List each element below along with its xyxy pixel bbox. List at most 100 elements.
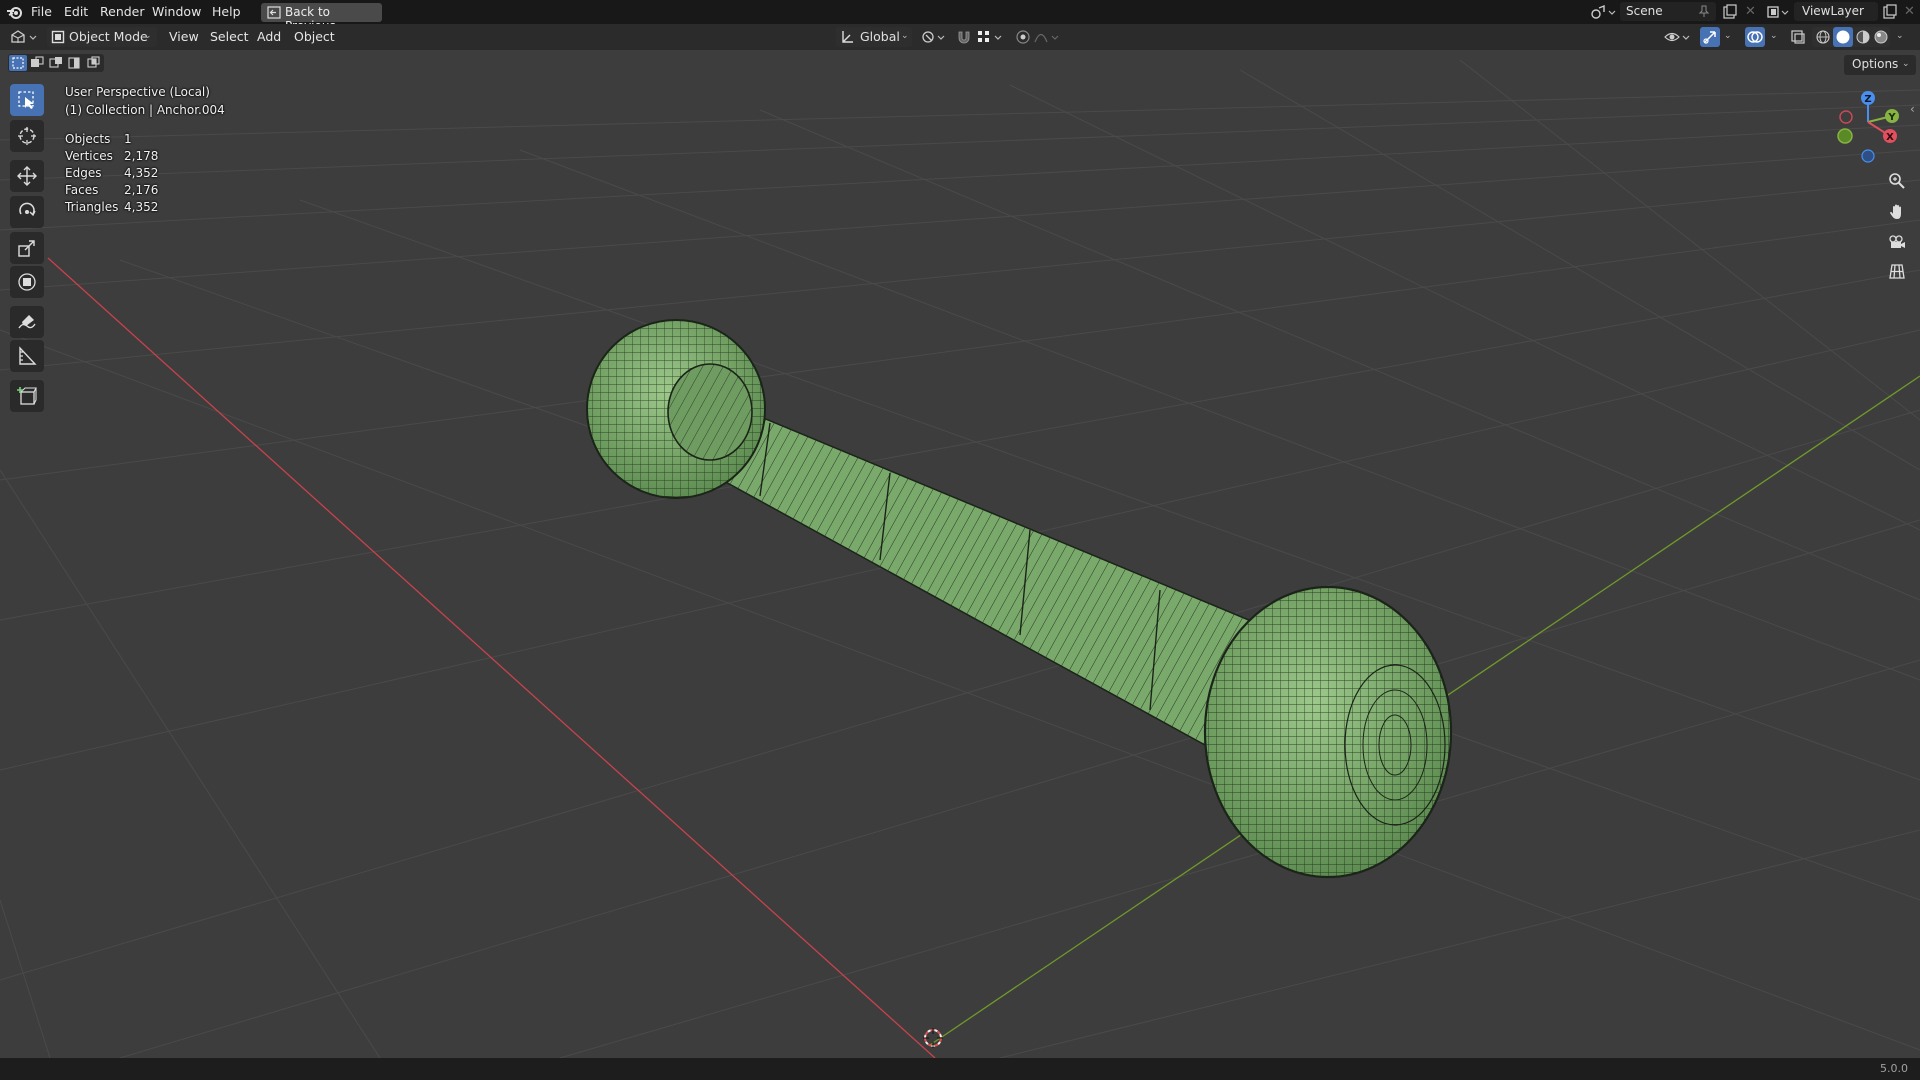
select-box-tool[interactable] xyxy=(10,84,44,116)
snap-target-icon[interactable] xyxy=(976,29,1006,49)
ortho-toggle-button[interactable] xyxy=(1882,257,1912,285)
measure-icon xyxy=(17,346,37,370)
version-label: 5.0.0 xyxy=(1880,1062,1908,1075)
options-dropdown[interactable]: Options ⌄ xyxy=(1844,55,1916,75)
viewport-3d[interactable] xyxy=(0,50,1920,1058)
pan-view-button[interactable] xyxy=(1882,198,1912,226)
editor-type-icon[interactable] xyxy=(10,29,40,49)
material-preview-icon[interactable] xyxy=(1855,29,1871,49)
transform-tool[interactable] xyxy=(10,266,44,298)
visibility-selectability-icon[interactable] xyxy=(1664,29,1694,49)
blender-logo-icon[interactable] xyxy=(6,3,24,25)
object-mode-icon xyxy=(51,30,65,48)
add-cube-tool[interactable] xyxy=(10,380,44,412)
new-viewlayer-icon[interactable] xyxy=(1882,4,1898,24)
orientation-label: Global xyxy=(860,29,900,44)
orientation-icon xyxy=(840,30,854,48)
snap-toggle-icon[interactable] xyxy=(956,29,972,49)
move-tool[interactable] xyxy=(10,160,44,192)
hand-icon xyxy=(1888,203,1906,225)
stat-objects-label: Objects xyxy=(65,132,111,146)
menu-object[interactable]: Object xyxy=(294,29,335,44)
menu-add[interactable]: Add xyxy=(257,29,281,44)
zoom-view-button[interactable] xyxy=(1882,167,1912,195)
wireframe-shading-icon[interactable] xyxy=(1815,29,1831,49)
cursor-tool[interactable] xyxy=(10,120,44,152)
scale-icon xyxy=(17,238,37,262)
select-extend-icon[interactable] xyxy=(28,55,46,75)
gizmo-axis-x-label: X xyxy=(1886,132,1894,143)
stat-objects-value: 1 xyxy=(124,132,132,146)
select-invert-icon[interactable] xyxy=(66,55,84,75)
viewlayer-name-field[interactable]: ViewLayer xyxy=(1794,2,1878,21)
rendered-shading-icon[interactable] xyxy=(1873,29,1889,49)
viewlayer-browse-icon[interactable] xyxy=(1766,4,1792,24)
selection-mode-group xyxy=(8,54,104,72)
xray-toggle-icon[interactable] xyxy=(1790,29,1806,49)
viewlayer-name: ViewLayer xyxy=(1802,4,1864,18)
mode-label: Object Mode xyxy=(69,29,148,44)
viewport-header: Object Mode ⌄ View Select Add Object Glo… xyxy=(0,24,1920,50)
shading-options-chevron-icon[interactable]: ⌄ xyxy=(1896,31,1904,41)
stat-faces-value: 2,176 xyxy=(124,183,159,197)
select-box-icon xyxy=(17,90,37,114)
delete-viewlayer-icon[interactable]: ✕ xyxy=(1904,4,1915,19)
camera-view-button[interactable] xyxy=(1882,228,1912,256)
menu-edit[interactable]: Edit xyxy=(64,4,88,19)
show-overlays-icon[interactable] xyxy=(1745,27,1765,47)
gizmo-axis-z-label: Z xyxy=(1864,94,1871,105)
scene-name: Scene xyxy=(1626,4,1663,18)
select-intersect-icon[interactable] xyxy=(85,55,103,75)
shading-mode-group xyxy=(1812,27,1890,47)
rotate-icon xyxy=(17,202,37,226)
cursor-icon xyxy=(17,126,37,150)
status-bar: 5.0.0 xyxy=(0,1058,1920,1080)
top-menu-bar: File Edit Render Window Help Back to Pre… xyxy=(0,0,1920,33)
options-label: Options xyxy=(1852,57,1899,71)
chevron-down-icon: ⌄ xyxy=(1902,59,1910,69)
pin-icon[interactable] xyxy=(1698,5,1710,22)
stat-edges-label: Edges xyxy=(65,166,102,180)
menu-select[interactable]: Select xyxy=(210,29,249,44)
scene-browse-icon[interactable] xyxy=(1590,4,1618,24)
menu-view[interactable]: View xyxy=(169,29,199,44)
add-cube-icon xyxy=(17,386,37,410)
scale-tool[interactable] xyxy=(10,232,44,264)
stat-edges-value: 4,352 xyxy=(124,166,159,180)
delete-scene-icon[interactable]: ✕ xyxy=(1745,4,1756,19)
new-scene-icon[interactable] xyxy=(1722,4,1738,24)
navigation-gizmo[interactable]: Z Y X xyxy=(1826,86,1906,166)
orientation-dropdown[interactable]: Global ⌄ xyxy=(836,27,912,47)
show-gizmo-icon[interactable] xyxy=(1700,27,1720,47)
zoom-icon xyxy=(1888,172,1906,194)
menu-help[interactable]: Help xyxy=(212,4,241,19)
view-perspective-label: User Perspective (Local) xyxy=(65,85,210,99)
move-icon xyxy=(17,166,37,190)
gizmo-options-chevron-icon[interactable]: ⌄ xyxy=(1724,31,1732,41)
back-to-previous-button[interactable]: Back to Previous xyxy=(261,3,382,33)
menu-file[interactable]: File xyxy=(31,4,52,19)
tool-shelf xyxy=(8,84,48,414)
solid-shading-icon[interactable] xyxy=(1833,27,1853,47)
scene-name-field[interactable]: Scene xyxy=(1620,2,1716,21)
pivot-point-icon[interactable] xyxy=(921,29,949,49)
mode-dropdown[interactable]: Object Mode ⌄ xyxy=(47,27,157,47)
menu-window[interactable]: Window xyxy=(152,4,201,19)
stat-triangles-label: Triangles xyxy=(65,200,119,214)
measure-tool[interactable] xyxy=(10,340,44,372)
rotate-tool[interactable] xyxy=(10,196,44,228)
gizmo-axis-y-label: Y xyxy=(1887,112,1896,123)
active-collection-label: (1) Collection | Anchor.004 xyxy=(65,103,225,117)
back-icon xyxy=(267,6,281,22)
select-subtract-icon[interactable] xyxy=(47,55,65,75)
camera-icon xyxy=(1888,233,1906,255)
sidebar-toggle-icon[interactable]: ‹ xyxy=(1910,102,1915,116)
select-new-icon[interactable] xyxy=(9,55,27,71)
proportional-edit-icon[interactable] xyxy=(1015,29,1063,49)
stat-triangles-value: 4,352 xyxy=(124,200,159,214)
stat-vertices-label: Vertices xyxy=(65,149,113,163)
overlay-options-chevron-icon[interactable]: ⌄ xyxy=(1770,31,1778,41)
grid-icon xyxy=(1888,262,1906,284)
annotate-tool[interactable] xyxy=(10,306,44,338)
menu-render[interactable]: Render xyxy=(100,4,145,19)
